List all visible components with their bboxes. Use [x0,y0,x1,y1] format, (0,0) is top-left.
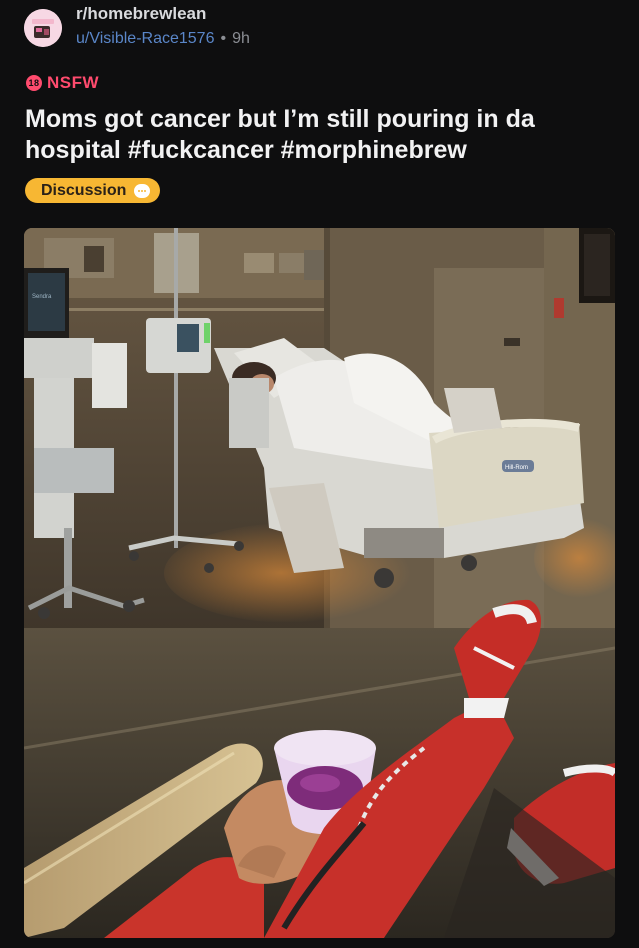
subreddit-avatar[interactable] [24,9,62,47]
post-title[interactable]: Moms got cancer but I’m still pouring in… [25,104,615,166]
nsfw-18-icon: 18 [26,75,42,91]
flair-label: Discussion [41,181,127,199]
chat-bubble-icon [134,183,151,198]
separator-dot: • [220,30,227,47]
avatar-icon [24,9,62,47]
post-flair[interactable]: Discussion [25,178,161,203]
subreddit-name[interactable]: r/homebrewlean [76,4,250,24]
post-header: r/homebrewlean u/Visible-Race1576 • 9h [24,4,250,48]
author-username[interactable]: u/Visible-Race1576 [76,30,214,48]
hospital-room-photo: Sendra Hill-Rom [24,228,615,938]
author-line: u/Visible-Race1576 • 9h [76,30,250,48]
monitor-text: Sendra [32,294,52,300]
nsfw-tag: 18 NSFW [26,73,99,93]
post-card[interactable]: r/homebrewlean u/Visible-Race1576 • 9h 1… [0,0,639,948]
post-image[interactable]: Sendra Hill-Rom [24,228,615,938]
bed-brand-text: Hill-Rom [505,465,528,471]
post-age: 9h [232,30,250,47]
post-meta: r/homebrewlean u/Visible-Race1576 • 9h [76,4,250,48]
nsfw-label: NSFW [47,73,100,92]
